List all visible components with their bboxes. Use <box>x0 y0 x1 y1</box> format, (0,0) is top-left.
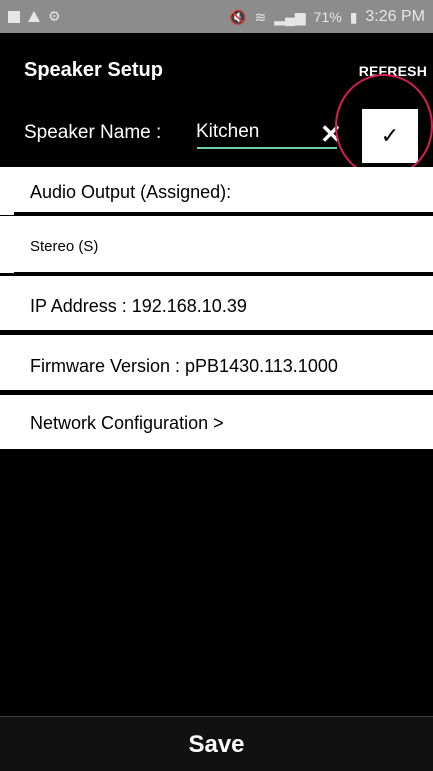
wifi-icon: ≋ <box>254 8 267 25</box>
firmware-row: Firmware Version : pPB1430.113.1000 <box>0 335 433 390</box>
speaker-name-label: Speaker Name : <box>24 122 162 143</box>
notification-icon: ⚙ <box>48 8 61 24</box>
gallery-icon <box>8 10 20 23</box>
network-configuration-label: Network Configuration > <box>30 413 224 433</box>
page-title: Speaker Setup <box>24 59 163 81</box>
clear-icon[interactable]: ✕ <box>320 119 342 150</box>
confirm-button[interactable]: ✓ <box>362 109 418 163</box>
mute-icon: 🔇 <box>229 8 247 25</box>
audio-output-row: Audio Output (Assigned): <box>0 167 433 215</box>
status-right: 🔇 ≋ ▂▄▆ 71% ▮ 3:26 PM <box>229 8 425 26</box>
warning-icon <box>28 11 40 22</box>
clock: 3:26 PM <box>365 8 425 25</box>
status-left: ⚙ <box>8 8 61 25</box>
battery-level: 71% <box>313 9 342 25</box>
title-bar: Speaker Setup REFRESH <box>0 33 433 109</box>
refresh-button[interactable]: REFRESH <box>359 63 427 79</box>
network-configuration-row[interactable]: Network Configuration > <box>0 395 433 449</box>
save-bar: Save <box>0 716 433 771</box>
status-bar: ⚙ 🔇 ≋ ▂▄▆ 71% ▮ 3:26 PM <box>0 0 433 33</box>
signal-icon: ▂▄▆ <box>274 8 306 25</box>
ip-address-row: IP Address : 192.168.10.39 <box>0 276 433 330</box>
ip-address: IP Address : 192.168.10.39 <box>30 296 247 316</box>
audio-output-value: Stereo (S) <box>30 238 99 255</box>
battery-icon: ▮ <box>349 8 358 25</box>
save-button[interactable]: Save <box>0 731 433 759</box>
input-underline <box>197 147 337 149</box>
audio-output-value-row[interactable]: Stereo (S) <box>0 216 433 273</box>
firmware-version: Firmware Version : pPB1430.113.1000 <box>30 356 338 376</box>
audio-output-label: Audio Output (Assigned): <box>30 182 232 202</box>
speaker-name-row: Speaker Name : Kitchen ✕ ✓ <box>0 109 433 167</box>
check-icon: ✓ <box>380 123 400 148</box>
